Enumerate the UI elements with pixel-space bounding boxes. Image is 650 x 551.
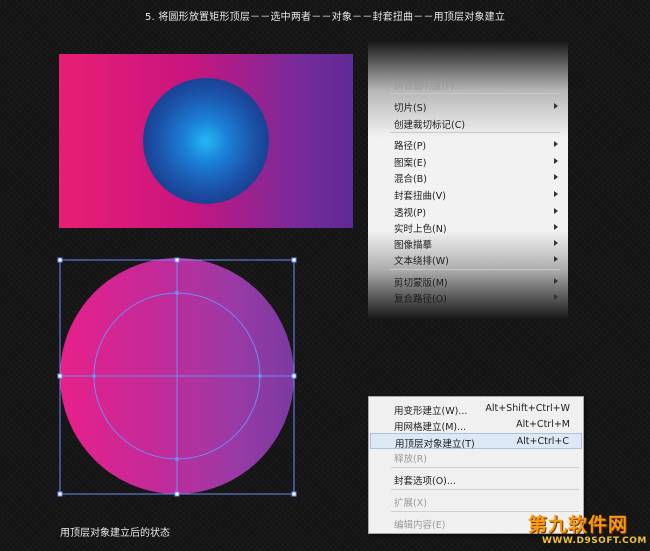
menu-item-live-paint[interactable]: 实时上色(N) <box>394 221 447 235</box>
chevron-right-icon <box>554 174 558 180</box>
chevron-right-icon <box>554 256 558 262</box>
menu-separator <box>390 132 560 133</box>
chevron-right-icon <box>554 103 558 109</box>
submenu-item-expand[interactable]: 扩展(X) <box>370 493 582 509</box>
submenu-item-label: 释放(R) <box>394 454 428 465</box>
mesh-anchor <box>92 374 96 378</box>
blue-radial-circle[interactable] <box>143 78 269 204</box>
bbox-handle <box>291 373 297 379</box>
menu-item-create-trim-marks[interactable]: 创建裁切标记(C) <box>394 117 465 131</box>
submenu-item-make-with-top-object[interactable]: 用顶层对象建立(T) Alt+Ctrl+C <box>370 433 582 450</box>
watermark-logo-text: 第九软件网 <box>528 514 629 536</box>
bbox-handle <box>291 491 297 497</box>
submenu-item-label: 封套选项(O)... <box>394 476 456 487</box>
site-watermark: 第九软件网 WWW.D9SOFT.COM <box>528 510 646 550</box>
chevron-right-icon <box>554 158 558 164</box>
submenu-item-envelope-options[interactable]: 封套选项(O)... <box>370 471 582 487</box>
menu-item-perspective[interactable]: 透视(P) <box>394 205 426 219</box>
bbox-handle <box>57 491 63 497</box>
chevron-right-icon <box>554 224 558 230</box>
mesh-anchor <box>175 457 179 461</box>
menu-item-compound-path[interactable]: 复合路径(O) <box>394 291 447 305</box>
menu-item-text-wrap[interactable]: 文本绕排(W) <box>394 253 449 267</box>
selection-overlay <box>57 257 297 497</box>
chevron-right-icon <box>554 240 558 246</box>
menu-item-clipping-mask[interactable]: 剪切蒙版(M) <box>394 275 448 289</box>
menu-item-blend[interactable]: 混合(B) <box>394 171 427 185</box>
envelope-result[interactable] <box>56 256 300 498</box>
menu-separator <box>390 93 560 94</box>
menu-item-slice[interactable]: 切片(S) <box>394 100 426 114</box>
menu-item-image-trace[interactable]: 图像描摹 <box>394 237 432 251</box>
bbox-handle <box>174 491 180 497</box>
shortcut-label: Alt+Ctrl+C <box>516 436 569 447</box>
submenu-item-label: 用网格建立(M)... <box>394 422 467 433</box>
object-context-menu: 拼合透明度(F)... 切片(S) 创建裁切标记(C) 路径(P) 图案(E) … <box>368 40 568 320</box>
submenu-item-label: 扩展(X) <box>394 498 427 509</box>
submenu-item-release[interactable]: 释放(R) <box>370 449 582 465</box>
mesh-anchor <box>258 374 262 378</box>
menu-separator <box>391 489 579 490</box>
shortcut-label: Alt+Shift+Ctrl+W <box>485 403 570 414</box>
submenu-item-label: 编辑内容(E) <box>394 520 446 531</box>
submenu-item-make-with-mesh[interactable]: 用网格建立(M)... Alt+Ctrl+M <box>370 417 582 433</box>
mesh-anchor <box>175 291 179 295</box>
bbox-handle <box>57 373 63 379</box>
menu-item-path[interactable]: 路径(P) <box>394 138 426 152</box>
menu-separator <box>390 269 560 270</box>
menu-item-envelope-distort[interactable]: 封套扭曲(V) <box>394 188 446 202</box>
top-caption: 5. 将圆形放置矩形顶层－－选中两者－－对象－－封套扭曲－－用顶层对象建立 <box>144 12 506 23</box>
chevron-right-icon <box>554 141 558 147</box>
bottom-caption: 用顶层对象建立后的状态 <box>60 528 170 539</box>
menu-item-pattern[interactable]: 图案(E) <box>394 155 426 169</box>
menu-item-flatten-transparency[interactable]: 拼合透明度(F)... <box>394 78 463 92</box>
watermark-url: WWW.D9SOFT.COM <box>542 536 647 546</box>
menu-separator <box>391 467 579 468</box>
submenu-item-label: 用顶层对象建立(T) <box>395 439 475 450</box>
bbox-handle <box>291 257 297 263</box>
chevron-right-icon <box>554 191 558 197</box>
bbox-handle <box>174 257 180 263</box>
chevron-right-icon <box>554 278 558 284</box>
bbox-handle <box>57 257 63 263</box>
chevron-right-icon <box>554 208 558 214</box>
submenu-item-label: 用变形建立(W)... <box>394 406 468 417</box>
submenu-item-make-with-warp[interactable]: 用变形建立(W)... Alt+Shift+Ctrl+W <box>370 401 582 417</box>
chevron-right-icon <box>554 294 558 300</box>
shortcut-label: Alt+Ctrl+M <box>516 419 570 430</box>
